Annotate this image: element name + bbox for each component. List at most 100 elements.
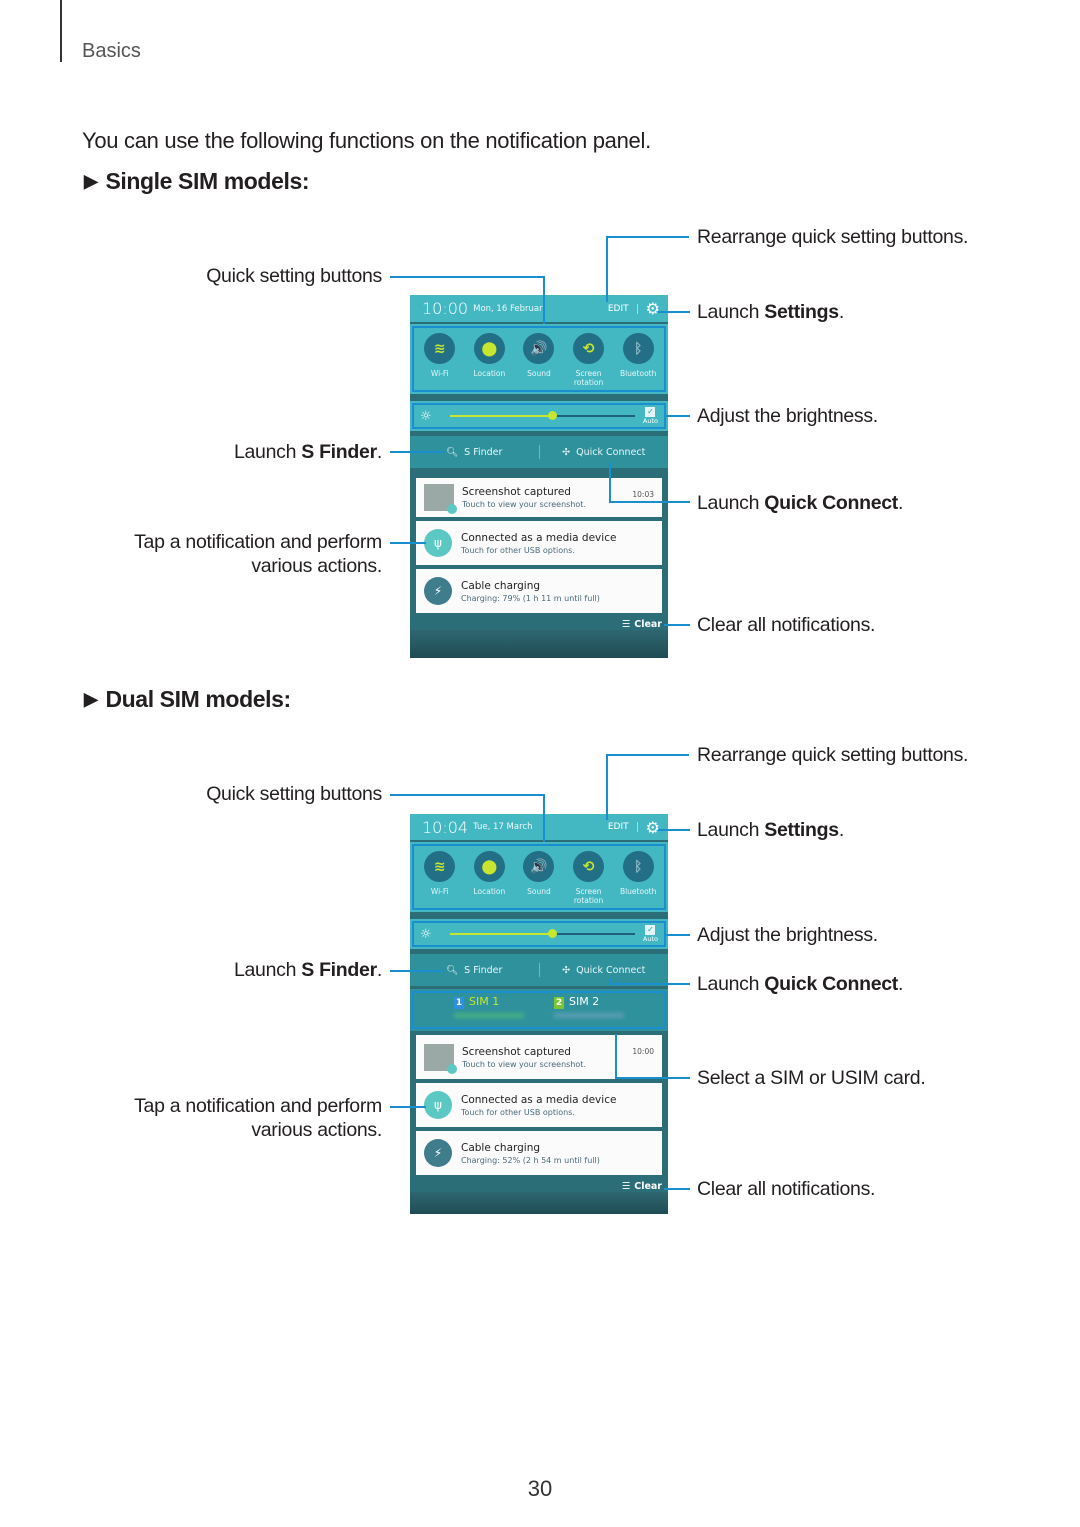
notification-time: 10:03 xyxy=(632,490,654,499)
notification-panel-dual-sim: 10:04 Tue, 17 March EDIT ⚙ ≋ Wi-Fi ⬤ Loc… xyxy=(410,814,668,1214)
screenshot-thumbnail xyxy=(424,1043,457,1074)
quick-connect-label: Quick Connect xyxy=(576,964,646,976)
quick-setting-label: Screen rotation xyxy=(573,369,604,387)
wifi-icon: ≋ xyxy=(424,851,456,882)
quick-connect-icon: ✣ xyxy=(562,446,571,458)
label-quick-setting-buttons: Quick setting buttons xyxy=(206,265,382,287)
date: Tue, 17 March xyxy=(473,822,533,832)
quick-setting-label: Bluetooth xyxy=(619,887,657,896)
bluetooth-icon: ᛒ xyxy=(622,851,654,882)
sim2-button[interactable]: 2 SIM 2 xyxy=(554,995,654,1031)
notification-text: Touch for other USB options. xyxy=(461,545,575,555)
label-tap-notification: Tap a notification and perform various ac… xyxy=(134,531,382,577)
finder-bar: 🔍︎ S Finder ✣ Quick Connect xyxy=(410,436,668,468)
clear-button[interactable]: ☰ Clear xyxy=(410,613,668,630)
quick-setting-bluetooth[interactable]: ᛒ Bluetooth xyxy=(613,333,663,391)
notification-card[interactable]: ψ Connected as a media device Touch for … xyxy=(416,521,662,565)
notification-card[interactable]: Screenshot captured Touch to view your s… xyxy=(416,1035,662,1079)
sim2-icon: 2 xyxy=(554,997,564,1009)
auto-brightness-checkbox[interactable]: ✓ Auto xyxy=(643,925,658,943)
auto-brightness-checkbox[interactable]: ✓ Auto xyxy=(643,407,658,425)
quick-setting-buttons: ≋ Wi-Fi ⬤ Location 🔊 Sound ⟲ Screen rota… xyxy=(410,324,668,394)
notification-time: 10:00 xyxy=(632,1047,654,1056)
notification-card[interactable]: ⚡ Cable charging Charging: 52% (2 h 54 m… xyxy=(416,1131,662,1175)
sim-selector: 1 SIM 1 2 SIM 2 xyxy=(410,989,668,1031)
edit-button[interactable]: EDIT xyxy=(608,303,638,314)
notification-text: Touch to view your screenshot. xyxy=(462,500,586,509)
finder-bar: 🔍︎ S Finder ✣ Quick Connect xyxy=(410,954,668,986)
brightness-icon: ☼ xyxy=(420,926,432,942)
intro-text: You can use the following functions on t… xyxy=(82,128,651,153)
status-header: 10:04 Tue, 17 March EDIT ⚙ xyxy=(410,814,668,840)
label-select-sim: Select a SIM or USIM card. xyxy=(697,1067,926,1089)
charging-icon: ⚡ xyxy=(424,1139,452,1167)
section-title: Basics xyxy=(82,40,141,62)
screen-rotation-icon: ⟲ xyxy=(573,851,605,882)
heading-text: Dual SIM models: xyxy=(105,686,291,712)
settings-gear-icon[interactable]: ⚙ xyxy=(646,818,660,837)
quick-setting-wifi[interactable]: ≋ Wi-Fi xyxy=(415,333,465,391)
label-rearrange: Rearrange quick setting buttons. xyxy=(697,226,969,248)
notification-text: Charging: 79% (1 h 11 m until full) xyxy=(461,593,600,603)
label-tap-notification: Tap a notification and perform various ac… xyxy=(134,1095,382,1141)
notification-text: Touch for other USB options. xyxy=(461,1107,575,1117)
brightness-control: ☼ ✓ Auto xyxy=(410,401,668,431)
label-launch-s-finder: Launch S Finder. xyxy=(233,959,382,981)
s-finder-button[interactable]: 🔍︎ S Finder xyxy=(410,965,539,976)
checkbox-icon: ✓ xyxy=(645,925,656,935)
slider-knob[interactable] xyxy=(547,929,557,938)
triangle-bullet-icon: ▶ xyxy=(84,689,98,709)
label-launch-quick-connect: Launch Quick Connect. xyxy=(697,492,904,514)
quick-setting-label: Screen rotation xyxy=(573,887,604,905)
sim1-icon: 1 xyxy=(454,997,464,1009)
settings-gear-icon[interactable]: ⚙ xyxy=(646,299,660,318)
clear-label: Clear xyxy=(634,1181,662,1192)
quick-connect-button[interactable]: ✣ Quick Connect xyxy=(540,965,669,976)
quick-setting-screen-rotation[interactable]: ⟲ Screen rotation xyxy=(564,333,614,391)
label-launch-settings: Launch Settings. xyxy=(697,301,844,323)
quick-setting-sound[interactable]: 🔊 Sound xyxy=(514,851,564,909)
search-icon: 🔍︎ xyxy=(446,964,459,976)
sim1-button[interactable]: 1 SIM 1 xyxy=(454,995,554,1031)
sim2-label: SIM 2 xyxy=(569,995,600,1008)
brightness-slider[interactable] xyxy=(450,411,635,420)
callout-rearrange-2 xyxy=(606,754,689,820)
clear-button[interactable]: ☰ Clear xyxy=(410,1175,668,1192)
notification-card[interactable]: ⚡ Cable charging Charging: 79% (1 h 11 m… xyxy=(416,569,662,613)
quick-setting-sound[interactable]: 🔊 Sound xyxy=(514,333,564,391)
bluetooth-icon: ᛒ xyxy=(622,333,654,364)
quick-setting-bluetooth[interactable]: ᛒ Bluetooth xyxy=(613,851,663,909)
label-clear-all: Clear all notifications. xyxy=(697,1178,876,1200)
notification-text: Charging: 52% (2 h 54 m until full) xyxy=(461,1155,600,1165)
brightness-slider[interactable] xyxy=(450,929,635,938)
quick-setting-location[interactable]: ⬤ Location xyxy=(465,851,515,909)
quick-setting-screen-rotation[interactable]: ⟲ Screen rotation xyxy=(564,851,614,909)
home-wallpaper xyxy=(410,1192,668,1214)
quick-connect-button[interactable]: ✣ Quick Connect xyxy=(540,447,669,458)
edit-button[interactable]: EDIT xyxy=(608,822,638,832)
triangle-bullet-icon: ▶ xyxy=(84,171,98,191)
label-launch-s-finder: Launch S Finder. xyxy=(233,441,382,463)
usb-icon: ψ xyxy=(424,529,452,557)
clear-icon: ☰ xyxy=(621,619,631,630)
slider-knob[interactable] xyxy=(547,411,557,420)
page-number: 30 xyxy=(527,1476,553,1501)
notification-card[interactable]: ψ Connected as a media device Touch for … xyxy=(416,1083,662,1127)
usb-icon: ψ xyxy=(424,1091,452,1119)
notification-title: Screenshot captured xyxy=(462,1045,571,1058)
charging-icon: ⚡ xyxy=(424,577,452,605)
auto-label: Auto xyxy=(642,417,658,425)
s-finder-label: S Finder xyxy=(464,964,503,976)
quick-setting-location[interactable]: ⬤ Location xyxy=(465,333,515,391)
notification-title: Cable charging xyxy=(461,1141,541,1154)
label-launch-settings: Launch Settings. xyxy=(697,819,844,841)
quick-setting-wifi[interactable]: ≋ Wi-Fi xyxy=(415,851,465,909)
brightness-control: ☼ ✓ Auto xyxy=(410,919,668,949)
notification-title: Connected as a media device xyxy=(461,1093,617,1106)
checkbox-icon: ✓ xyxy=(645,407,656,417)
label-clear-all: Clear all notifications. xyxy=(697,614,876,636)
heading-text: Single SIM models: xyxy=(105,168,310,194)
callout-rearrange-1 xyxy=(606,236,689,302)
s-finder-button[interactable]: 🔍︎ S Finder xyxy=(410,447,539,458)
notification-card[interactable]: Screenshot captured Touch to view your s… xyxy=(416,478,662,517)
